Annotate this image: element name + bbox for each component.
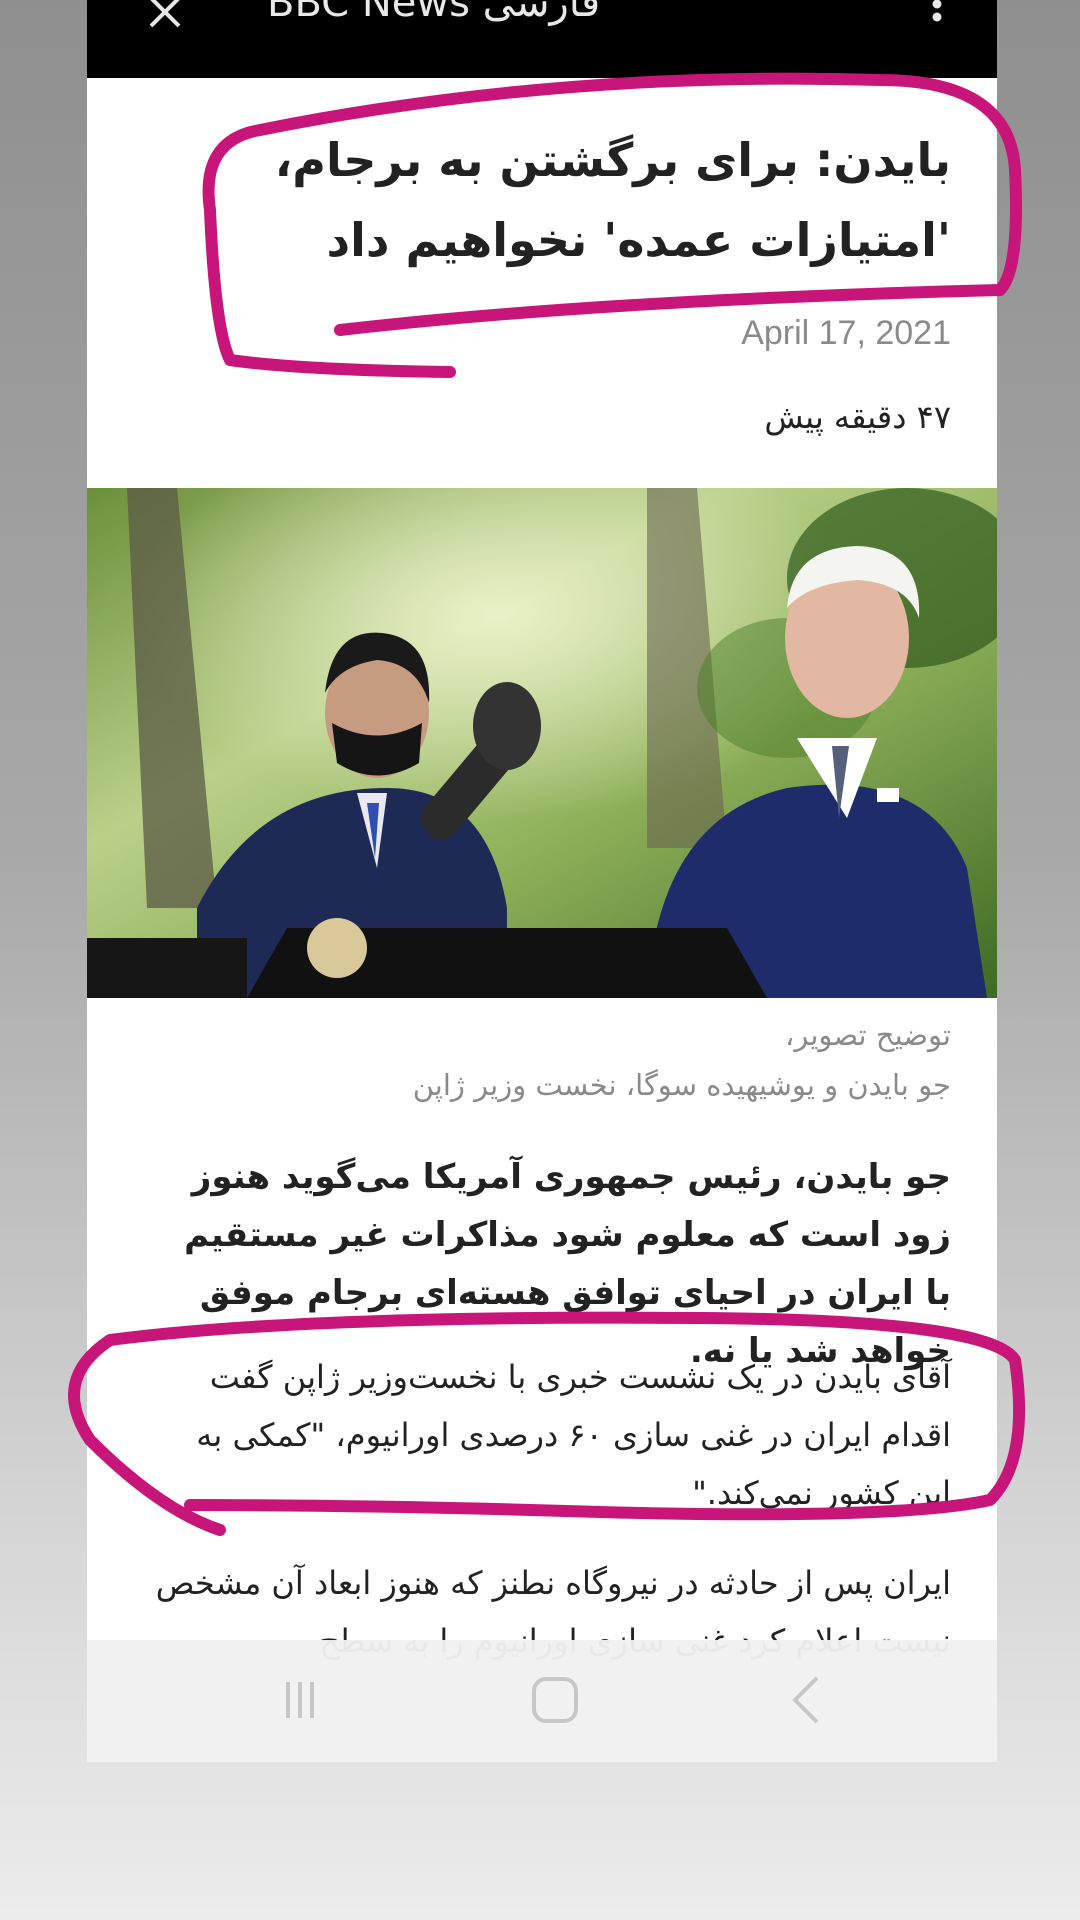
article-paragraph: آقای بایدن در یک نشست خبری با نخست‌وزیر … bbox=[196, 1358, 951, 1512]
headline-line-2: 'امتیازات عمده' نخواهیم داد bbox=[326, 213, 951, 267]
app-title: BBC News فارسی bbox=[267, 0, 601, 26]
article-photo bbox=[87, 488, 997, 998]
system-navigation-bar bbox=[87, 1640, 997, 1762]
publish-date: April 17, 2021 bbox=[741, 314, 951, 352]
recents-icon[interactable] bbox=[270, 1670, 330, 1730]
more-vertical-icon[interactable] bbox=[927, 0, 947, 50]
caption-label: توضیح تصویر، bbox=[785, 1018, 951, 1052]
home-icon[interactable] bbox=[525, 1670, 585, 1730]
photo-caption: جو بایدن و یوشیهیده سوگا، نخست وزیر ژاپن bbox=[412, 1068, 951, 1102]
back-icon[interactable] bbox=[777, 1670, 837, 1730]
time-ago: ۴۷ دقیقه پیش bbox=[764, 398, 951, 436]
app-bar: BBC News فارسی bbox=[87, 0, 997, 78]
close-icon[interactable] bbox=[135, 0, 195, 48]
phone-screen: BBC News فارسی بایدن: برای برگشتن به برج… bbox=[87, 0, 997, 1762]
article-headline: بایدن: برای برگشتن به برجام، 'امتیازات ع… bbox=[191, 120, 951, 280]
article-lead: جو بایدن، رئیس جمهوری آمریکا می‌گوید هنو… bbox=[184, 1157, 951, 1371]
headline-line-1: بایدن: برای برگشتن به برجام، bbox=[274, 133, 951, 187]
